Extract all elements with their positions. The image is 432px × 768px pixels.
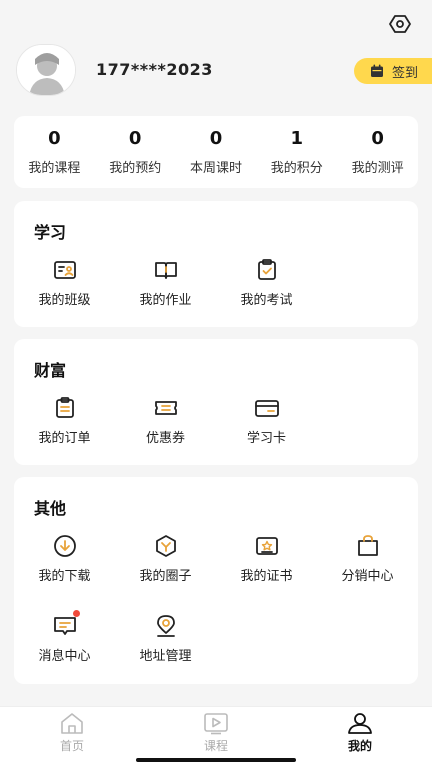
menu-label: 我的作业 [139,293,192,308]
signin-button[interactable]: 签到 [354,58,432,84]
calendar-icon [371,64,383,77]
class-card-icon [52,257,78,283]
open-book-icon [153,257,179,283]
stats-card: 0 我的课程 0 我的预约 0 本周课时 1 我的积分 0 我的测评 [14,116,418,188]
stat-my-assessments[interactable]: 0 我的测评 [337,116,418,188]
stat-value: 0 [371,128,384,149]
coupon-icon [153,395,179,421]
stat-value: 1 [290,128,304,149]
menu-label: 我的下载 [38,569,91,584]
menu-label: 我的证书 [240,569,293,584]
stat-value: 0 [209,128,223,149]
avatar[interactable] [16,44,76,96]
menu-my-orders[interactable]: 我的订单 [14,395,115,457]
circle-hexagon-icon [153,533,179,559]
menu-my-downloads[interactable]: 我的下载 [14,533,115,613]
certificate-icon [254,533,280,559]
menu-label: 我的圈子 [139,569,192,584]
stat-my-appointments[interactable]: 0 我的预约 [95,116,176,188]
stat-label: 我的课程 [28,161,81,176]
other-card: 其他 我的下载 我的圈子 我的证书 分销中心 消息中心 地址管理 [14,477,418,684]
exam-clipboard-icon [254,257,280,283]
user-icon [348,713,372,734]
unread-badge [72,610,80,617]
menu-label: 学习卡 [246,431,286,446]
section-title: 其他 [34,499,67,518]
stat-value: 0 [48,128,61,149]
order-list-icon [52,395,78,421]
stat-label: 我的预约 [109,161,162,176]
menu-label: 优惠券 [145,431,185,446]
section-title: 财富 [34,361,67,380]
message-icon [52,610,80,639]
wealth-card: 财富 我的订单 优惠券 学习卡 [14,339,418,465]
menu-my-homework[interactable]: 我的作业 [115,257,216,319]
menu-label: 消息中心 [38,649,91,664]
user-phone: 177****2023 [96,60,213,79]
tab-home[interactable]: 首页 [0,707,144,768]
menu-label: 我的订单 [38,431,91,446]
tab-label: 课程 [203,739,228,753]
tab-mine[interactable]: 我的 [288,707,432,768]
learning-card: 学习 我的班级 我的作业 我的考试 [14,201,418,327]
profile-page: 177****2023 签到 0 我的课程 0 我的预约 0 本周课时 1 我的… [0,0,432,768]
menu-label: 我的班级 [38,293,91,308]
menu-distribution-center[interactable]: 分销中心 [317,533,418,613]
menu-message-center[interactable]: 消息中心 [14,610,115,693]
menu-my-class[interactable]: 我的班级 [14,257,115,319]
download-icon [52,533,78,559]
shopping-bag-icon [355,533,381,559]
stat-label: 我的测评 [351,161,404,176]
video-play-icon [204,713,228,735]
stat-weekly-hours[interactable]: 0 本周课时 [176,116,257,188]
menu-my-circle[interactable]: 我的圈子 [115,533,216,613]
stat-label: 我的积分 [270,161,323,176]
profile-header: 177****2023 签到 [16,44,432,96]
menu-coupons[interactable]: 优惠券 [115,395,216,457]
tab-label: 我的 [347,739,372,753]
stat-my-courses[interactable]: 0 我的课程 [14,116,95,188]
stat-value: 0 [128,128,142,149]
location-pin-icon [153,613,179,639]
home-icon [61,713,83,734]
section-title: 学习 [34,223,67,242]
bottom-tab-bar: 首页 课程 我的 [0,706,432,768]
menu-label: 地址管理 [139,649,192,664]
menu-study-card[interactable]: 学习卡 [216,395,317,457]
menu-label: 分销中心 [341,569,394,584]
settings-icon[interactable] [388,12,412,36]
card-icon [254,395,280,421]
menu-address-management[interactable]: 地址管理 [115,613,216,693]
home-indicator [136,758,296,762]
signin-label: 签到 [392,65,419,81]
stat-my-points[interactable]: 1 我的积分 [256,116,337,188]
stat-label: 本周课时 [189,161,242,176]
menu-my-certificates[interactable]: 我的证书 [216,533,317,613]
menu-label: 我的考试 [240,293,293,308]
tab-label: 首页 [59,739,84,753]
menu-my-exam[interactable]: 我的考试 [216,257,317,319]
